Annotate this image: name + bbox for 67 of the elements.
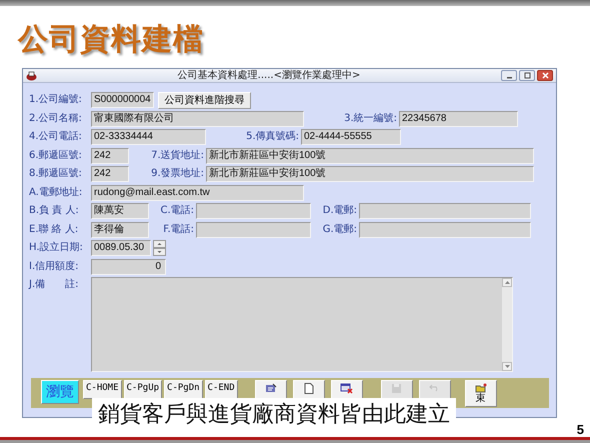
- field-label: 4.公司電話:: [29, 130, 83, 144]
- close-button[interactable]: [537, 70, 553, 81]
- field-label: A.電郵地址:: [29, 186, 84, 200]
- field-label: J.備 註:: [29, 278, 80, 292]
- page-number: 5: [576, 422, 584, 437]
- field-label: B.負 責 人:: [29, 204, 80, 218]
- search-button[interactable]: 公司資料進階搜尋: [158, 92, 251, 108]
- field-label: D.電郵:: [322, 204, 357, 218]
- input-field[interactable]: S000000004: [91, 92, 154, 108]
- button-label: 束: [476, 392, 486, 404]
- maximize-button[interactable]: [519, 70, 535, 81]
- scroll-up-icon[interactable]: [502, 278, 512, 287]
- field-label: I.信用額度:: [29, 260, 80, 274]
- input-field[interactable]: [359, 203, 531, 219]
- field-label: H.設立日期:: [29, 240, 84, 255]
- input-field[interactable]: 02-4444-55555: [301, 129, 401, 145]
- toolbar-button[interactable]: 瀏覽: [41, 380, 79, 404]
- input-field[interactable]: 甯東國際有限公司: [91, 110, 304, 126]
- field-label: 6.郵遞區號:: [29, 148, 83, 162]
- edit-icon: [264, 382, 277, 392]
- field-label: E.聯 絡 人:: [29, 222, 80, 236]
- toolbar-button[interactable]: 束: [464, 380, 497, 406]
- input-field[interactable]: [196, 222, 311, 238]
- input-field[interactable]: rudong@mail.east.com.tw: [91, 184, 304, 200]
- toolbar-button[interactable]: C-HOME: [83, 380, 122, 398]
- field-label: 7.送貨地址:: [150, 148, 204, 162]
- remarks-field[interactable]: [91, 277, 513, 372]
- maximize-icon: [524, 72, 530, 79]
- scroll-down-icon[interactable]: [502, 362, 512, 371]
- input-field[interactable]: 0089.05.30: [91, 240, 151, 256]
- input-field[interactable]: 陳萬安: [91, 203, 149, 219]
- input-field[interactable]: 242: [91, 166, 129, 182]
- toolbar-button[interactable]: [330, 380, 363, 398]
- save-icon: [391, 382, 402, 394]
- slide-title: 公司資料建檔: [18, 21, 204, 59]
- input-field[interactable]: 新北市新莊區中安街100號: [206, 148, 534, 164]
- folder-icon: [474, 382, 487, 392]
- delete-icon: [340, 382, 354, 394]
- input-field[interactable]: 22345678: [399, 110, 518, 126]
- field-label: 3.統一編號:: [343, 112, 397, 126]
- toolbar-button[interactable]: C-PgUp: [124, 380, 162, 398]
- field-label: 5.傳真號碼:: [245, 130, 299, 144]
- toolbar-button[interactable]: [254, 380, 287, 398]
- spinner-control[interactable]: [153, 240, 166, 256]
- field-label: F.電話:: [162, 222, 194, 236]
- app-icon: [26, 70, 37, 80]
- input-field[interactable]: 新北市新莊區中安街100號: [206, 166, 534, 182]
- toolbar-button[interactable]: [292, 380, 325, 398]
- input-field[interactable]: 02-33334444: [91, 129, 206, 145]
- field-label: 1.公司編號:: [29, 92, 83, 107]
- field-label: 9.發票地址:: [150, 166, 204, 181]
- minimize-button[interactable]: [501, 70, 517, 81]
- input-field[interactable]: 242: [91, 148, 129, 164]
- input-field[interactable]: [359, 222, 531, 238]
- window-title: 公司基本資料處理.....<瀏覽作業處理中>: [176, 70, 362, 82]
- scrollbar[interactable]: [502, 278, 512, 371]
- field-label: 2.公司名稱:: [29, 112, 83, 126]
- input-field[interactable]: [196, 203, 311, 219]
- toolbar-button[interactable]: C-PgDn: [164, 380, 203, 398]
- field-label: 8.郵遞區號:: [29, 166, 83, 181]
- page-icon: [304, 382, 314, 394]
- input-field[interactable]: 李得倫: [91, 222, 149, 238]
- close-icon: [542, 72, 548, 79]
- field-label: C.電話:: [159, 204, 194, 218]
- toolbar-button[interactable]: C-END: [204, 380, 238, 398]
- field-label: G.電郵:: [322, 222, 357, 236]
- input-field[interactable]: 0: [91, 258, 166, 274]
